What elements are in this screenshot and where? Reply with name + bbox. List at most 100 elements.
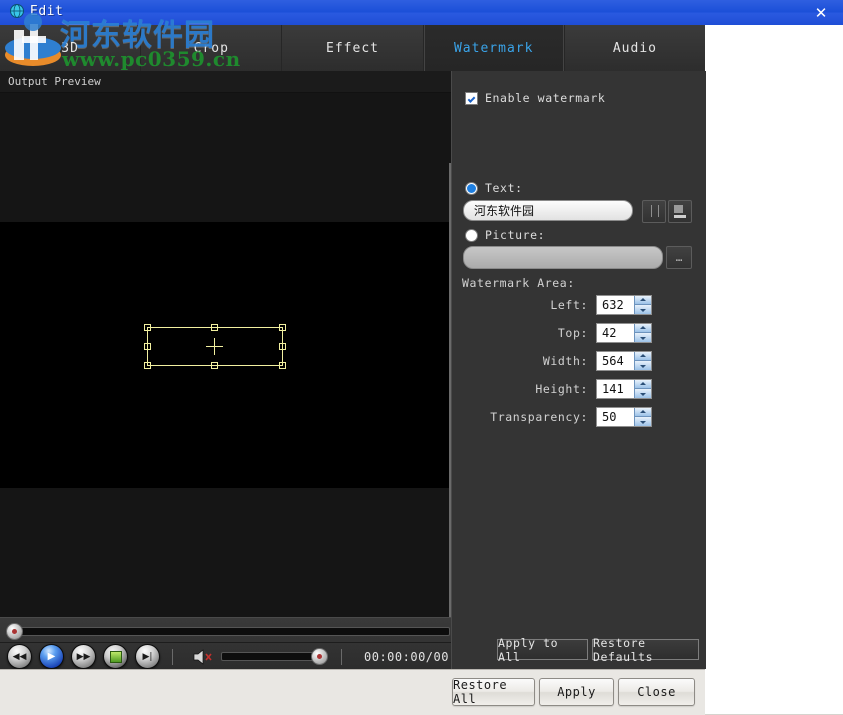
spinner-buttons [634,296,651,314]
fast-forward-icon: ▶▶ [72,645,95,668]
fast-forward-button[interactable]: ▶▶ [71,644,96,669]
spinner-buttons [634,324,651,342]
next-frame-icon: ▶| [136,645,159,668]
crosshair-icon [206,338,223,355]
volume-slider-track[interactable] [221,652,323,661]
transparency-decrement-button[interactable] [634,417,651,426]
transparency-field-row: Transparency: 50 [452,406,706,428]
top-field-row: Top: 42 [452,322,706,344]
preview-column: Output Preview [0,71,451,644]
enable-watermark-label: Enable watermark [485,91,605,105]
preview-label: Output Preview [8,75,101,88]
background-window[interactable]: 阿姨做人要诚… 唖，这个服务… [705,0,843,714]
spinner-buttons [634,380,651,398]
width-value: 564 [597,354,624,368]
radio-icon [465,182,478,195]
watermark-text-input[interactable]: 河东软件园 [463,200,633,221]
transparency-increment-button[interactable] [634,408,651,417]
apply-to-all-button[interactable]: Apply to All [497,639,588,660]
watermark-text-value: 河东软件园 [474,202,534,219]
left-decrement-button[interactable] [634,305,651,314]
playback-controls: ◀◀ ▶ ▶▶ ▶| 00:00:00/00:00:23 [0,643,451,670]
top-decrement-button[interactable] [634,333,651,342]
width-field-row: Width: 564 [452,350,706,372]
stop-icon [110,651,122,663]
resize-handle-s[interactable] [211,362,218,369]
transparency-spinner[interactable]: 50 [596,407,652,427]
rewind-icon: ◀◀ [8,645,31,668]
height-increment-button[interactable] [634,380,651,389]
text-radio[interactable]: Text: [465,181,523,195]
left-field-row: Left: 632 [452,294,706,316]
watermark-selection-box[interactable] [147,327,283,366]
font-button[interactable] [642,200,666,223]
tab-audio[interactable]: Audio [565,25,705,71]
text-radio-label: Text: [485,181,523,195]
height-field-row: Height: 141 [452,378,706,400]
seek-slider-track[interactable] [20,627,450,636]
browse-button[interactable]: … [666,246,692,269]
globe-icon [8,3,26,21]
color-swatch-icon [674,205,683,213]
height-label: Height: [452,382,596,396]
radio-icon [465,229,478,242]
resize-handle-n[interactable] [211,324,218,331]
transport-bar: ◀◀ ▶ ▶▶ ▶| 00:00:00/00:00:23 [0,617,451,670]
top-value: 42 [597,326,616,340]
resize-handle-ne[interactable] [279,324,286,331]
transparency-value: 50 [597,410,616,424]
width-increment-button[interactable] [634,352,651,361]
watermark-area-title: Watermark Area: [462,276,575,290]
tab-bar: 3D Crop Effect Watermark Audio [0,25,705,72]
color-button[interactable] [668,200,692,223]
font-icon [651,205,659,217]
preview-stage[interactable] [0,93,451,644]
tab-watermark[interactable]: Watermark [424,25,565,71]
height-decrement-button[interactable] [634,389,651,398]
dialog-footer: Restore All Apply Close [0,669,705,715]
play-button[interactable]: ▶ [39,644,64,669]
enable-watermark-checkbox[interactable]: Enable watermark [465,91,605,105]
seek-slider-handle[interactable] [6,623,23,640]
picture-radio-label: Picture: [485,228,545,242]
top-increment-button[interactable] [634,324,651,333]
resize-handle-se[interactable] [279,362,286,369]
resize-handle-nw[interactable] [144,324,151,331]
top-spinner[interactable]: 42 [596,323,652,343]
left-label: Left: [452,298,596,312]
tab-3d[interactable]: 3D [0,25,141,71]
close-icon[interactable]: ✕ [807,2,835,23]
picture-radio[interactable]: Picture: [465,228,545,242]
restore-defaults-button[interactable]: Restore Defaults [592,639,699,660]
left-value: 632 [597,298,624,312]
picture-path-input[interactable] [463,246,663,269]
tab-crop[interactable]: Crop [141,25,282,71]
height-spinner[interactable]: 141 [596,379,652,399]
apply-button[interactable]: Apply [539,678,614,706]
width-label: Width: [452,354,596,368]
restore-all-button[interactable]: Restore All [452,678,535,706]
stop-button[interactable] [103,644,128,669]
color-bar-icon [674,215,686,218]
tab-effect[interactable]: Effect [282,25,423,71]
resize-handle-sw[interactable] [144,362,151,369]
watermark-settings-panel: Enable watermark Text: 河东软件园 Picture: … … [451,71,706,669]
resize-handle-e[interactable] [279,343,286,350]
resize-handle-w[interactable] [144,343,151,350]
transparency-label: Transparency: [452,410,596,424]
spinner-buttons [634,408,651,426]
width-spinner[interactable]: 564 [596,351,652,371]
width-decrement-button[interactable] [634,361,651,370]
play-icon: ▶ [40,645,63,668]
top-label: Top: [452,326,596,340]
left-spinner[interactable]: 632 [596,295,652,315]
preview-label-bar: Output Preview [0,71,451,93]
left-increment-button[interactable] [634,296,651,305]
volume-slider-handle[interactable] [311,648,328,665]
next-frame-button[interactable]: ▶| [135,644,160,669]
mute-speaker-icon[interactable] [193,649,213,665]
rewind-button[interactable]: ◀◀ [7,644,32,669]
height-value: 141 [597,382,624,396]
close-button[interactable]: Close [618,678,695,706]
divider [341,649,342,665]
